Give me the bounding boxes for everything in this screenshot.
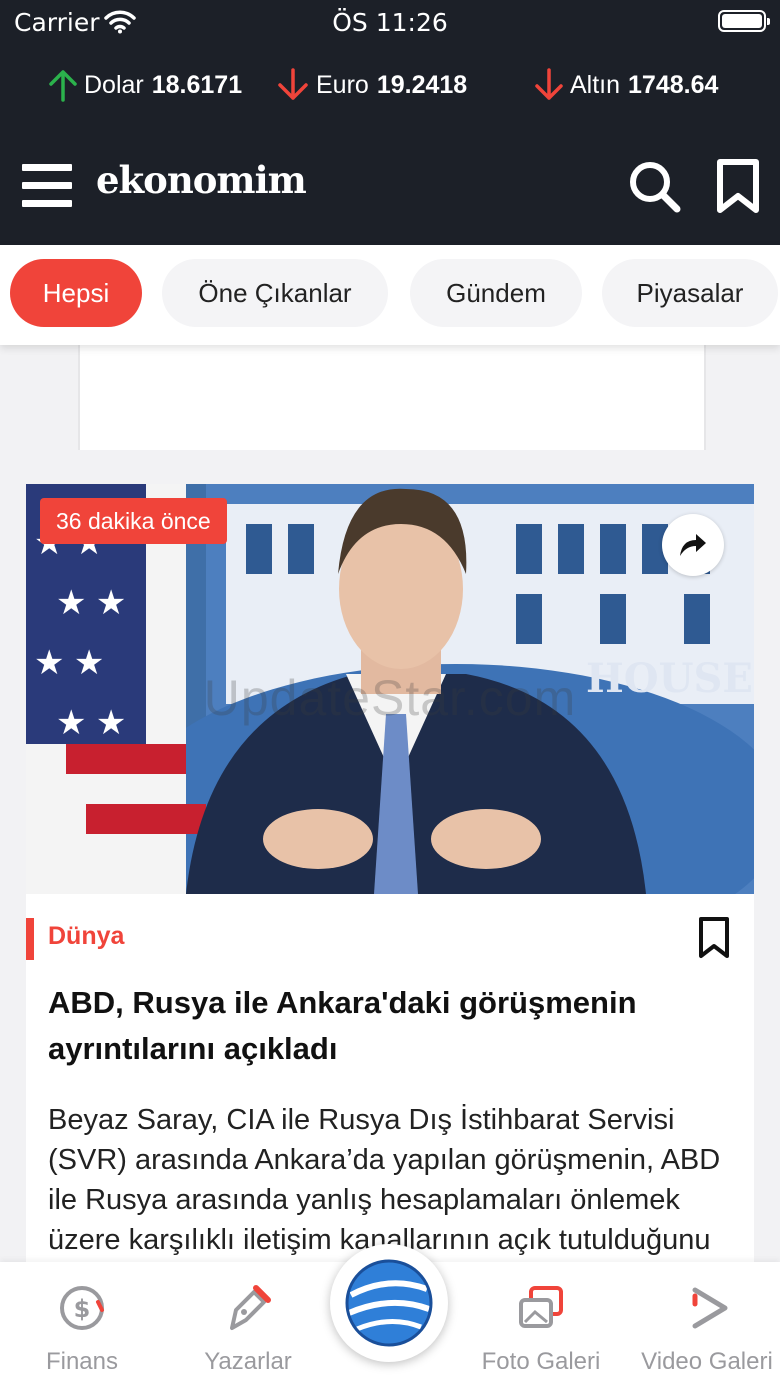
previous-news-card[interactable]	[78, 345, 706, 450]
menu-icon[interactable]	[22, 164, 72, 208]
watermark-text: UpdateStar.com	[203, 670, 577, 726]
pen-icon	[230, 1285, 271, 1330]
app-header: Carrier ÖS 11:26 Dolar 18.6171 Euro 19.2…	[0, 0, 780, 245]
video-gallery-icon	[692, 1287, 728, 1329]
nav-video-galeri[interactable]: Video Galeri	[636, 1262, 778, 1387]
svg-text:$: $	[74, 1295, 91, 1323]
app-logo: ekonomim	[96, 158, 307, 202]
news-image[interactable]: HOUSE ★ ★ ★ ★ ★ ★ ★ ★ 36 dakika önce	[26, 484, 754, 894]
tab-hepsi[interactable]: Hepsi	[10, 259, 142, 327]
arrow-down-icon	[278, 68, 308, 100]
globe-logo-icon	[345, 1259, 433, 1347]
tab-piyasalar[interactable]: Piyasalar	[602, 259, 778, 327]
arrow-up-icon	[49, 70, 77, 102]
status-bar: Carrier ÖS 11:26	[0, 0, 780, 44]
nav-finans[interactable]: $ Finans	[32, 1262, 132, 1387]
news-card[interactable]: HOUSE ★ ★ ★ ★ ★ ★ ★ ★ 36 dakika önce	[26, 484, 754, 1284]
nav-label: Foto Galeri	[481, 1348, 601, 1375]
ticker-name: Euro	[316, 70, 369, 99]
bookmark-icon[interactable]	[714, 158, 762, 214]
nav-foto-galeri[interactable]: Foto Galeri	[476, 1262, 606, 1387]
category-marker	[26, 918, 34, 960]
search-icon[interactable]	[626, 158, 682, 214]
tab-one-cikanlar[interactable]: Öne Çıkanlar	[162, 259, 388, 327]
ticker-value: 19.2418	[376, 70, 468, 99]
time-ago-badge: 36 dakika önce	[40, 498, 227, 544]
nav-label: Yazarlar	[204, 1348, 292, 1375]
svg-text:★ ★: ★ ★	[56, 584, 126, 622]
ticker-name: Altın	[570, 70, 621, 99]
ticker-value: 18.6171	[151, 70, 243, 99]
home-globe-button[interactable]	[330, 1244, 448, 1362]
article-category[interactable]: Dünya	[48, 922, 124, 951]
photo-gallery-icon	[519, 1286, 563, 1328]
clock: ÖS 11:26	[332, 8, 448, 37]
share-button[interactable]	[662, 514, 724, 576]
share-icon	[680, 534, 706, 556]
finance-icon: $	[60, 1286, 104, 1330]
battery-icon	[718, 10, 770, 32]
nav-label: Finans	[45, 1348, 119, 1375]
top-bar: ekonomim	[0, 150, 780, 220]
ticker-euro[interactable]: Euro 19.2418	[276, 60, 467, 110]
article-title[interactable]: ABD, Rusya ile Ankara'daki görüşmenin ay…	[48, 980, 738, 1072]
bookmark-icon[interactable]	[694, 916, 734, 960]
ticker-value: 1748.64	[628, 70, 719, 99]
ticker-dolar[interactable]: Dolar 18.6171	[48, 60, 242, 110]
tab-gundem[interactable]: Gündem	[410, 259, 582, 327]
nav-label: Video Galeri	[641, 1348, 773, 1375]
ticker-name: Dolar	[84, 70, 144, 99]
currency-tickers: Dolar 18.6171 Euro 19.2418 Altın 1748.64	[0, 60, 780, 110]
ticker-altin[interactable]: Altın 1748.64	[534, 60, 718, 110]
category-tabs: Hepsi Öne Çıkanlar Gündem Piyasalar	[0, 245, 780, 345]
nav-yazarlar[interactable]: Yazarlar	[198, 1262, 298, 1387]
arrow-down-icon	[535, 68, 563, 100]
